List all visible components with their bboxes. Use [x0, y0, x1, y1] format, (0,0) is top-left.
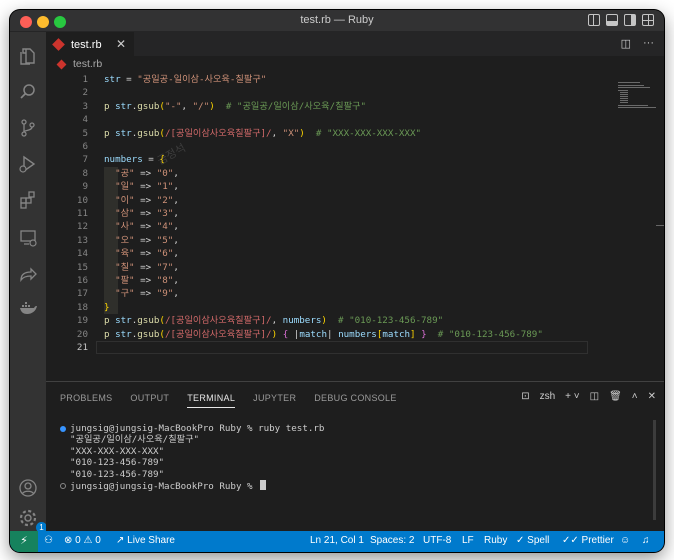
code-line: 14 "육" => "6",: [76, 248, 179, 260]
code-line: 11 "삼" => "3",: [76, 208, 179, 219]
search-icon[interactable]: [18, 82, 38, 102]
activity-bar: 1: [10, 32, 47, 533]
code-line: 13 "오" => "5",: [76, 234, 179, 246]
code-line: 3p str.gsub("-", "/") # "공일공/일이삼/사오육/칠팔구…: [82, 100, 367, 112]
window-title: test.rb — Ruby: [300, 14, 374, 26]
spell-check-button[interactable]: ✓ Spell: [516, 535, 549, 546]
tab-jupyter[interactable]: JUPYTER: [253, 393, 296, 408]
terminal-output[interactable]: jungsig@jungsig-MacBookPro Ruby % ruby t…: [60, 423, 324, 492]
minimap[interactable]: [618, 82, 658, 122]
toggle-sidebar-icon[interactable]: [588, 14, 600, 26]
code-line: 4: [82, 114, 88, 126]
live-share-session-icon[interactable]: ⚇: [44, 535, 53, 546]
problems-indicator[interactable]: ⊗ 0 ⚠ 0: [64, 535, 101, 546]
editor-scroll-marker: [656, 225, 664, 226]
notifications-bell-icon[interactable]: ♫: [642, 535, 650, 546]
terminal-line: "010-123-456-789": [70, 457, 165, 469]
encoding-setting[interactable]: UTF-8: [423, 535, 451, 546]
terminal-line: "XXX-XXX-XXX-XXX": [70, 445, 165, 457]
tab-output[interactable]: OUTPUT: [130, 393, 169, 408]
live-share-button[interactable]: ↗ Live Share: [116, 535, 175, 546]
ruby-file-icon: [52, 38, 65, 51]
code-line: 6: [82, 141, 88, 152]
kill-terminal-icon[interactable]: 🗑: [609, 391, 622, 402]
settings-gear-icon[interactable]: 1: [18, 508, 47, 533]
remote-explorer-icon[interactable]: [18, 228, 38, 248]
title-bar: test.rb — Ruby: [10, 10, 664, 32]
terminal-shell-icon: ⊡: [521, 391, 530, 402]
terminal-scrollbar[interactable]: [653, 420, 656, 520]
editor-area: test.rb ✕ ◫ ··· test.rb 1 str = "공일공-일이삼-…: [46, 32, 664, 381]
extensions-icon[interactable]: [18, 190, 38, 210]
eol-setting[interactable]: LF: [462, 535, 474, 546]
code-line: 8 "공" => "0",: [82, 167, 179, 179]
toggle-secondary-sidebar-icon[interactable]: [624, 14, 636, 26]
ruby-file-icon: [56, 59, 67, 69]
status-bar: ⚡ ⚇ ⊗ 0 ⚠ 0 ↗ Live Share Ln 21, Col 1 Sp…: [10, 531, 664, 552]
split-terminal-icon[interactable]: ◫: [590, 391, 599, 402]
indentation-setting[interactable]: Spaces: 2: [370, 535, 414, 546]
tab-label: test.rb: [71, 38, 102, 51]
terminal-prompt-line: jungsig@jungsig-MacBookPro Ruby %: [60, 480, 324, 492]
run-debug-icon[interactable]: [18, 154, 38, 174]
terminal-cursor: [260, 480, 267, 491]
maximize-panel-icon[interactable]: ˄: [632, 391, 638, 402]
tab-test-rb[interactable]: test.rb ✕: [46, 32, 134, 56]
account-icon[interactable]: [18, 478, 38, 498]
live-share-icon[interactable]: [18, 264, 38, 284]
breadcrumb-file[interactable]: test.rb: [73, 58, 102, 70]
files-icon[interactable]: [18, 46, 38, 66]
terminal-line: "010-123-456-789": [70, 468, 165, 480]
feedback-icon[interactable]: ☺: [620, 535, 630, 546]
customize-layout-icon[interactable]: [642, 14, 654, 26]
language-mode[interactable]: Ruby: [484, 535, 507, 546]
terminal-line: "공일공/일이삼/사오육/칠팔구": [70, 434, 200, 446]
code-line: 16 "팔" => "8",: [76, 275, 179, 286]
editor-actions: ◫ ···: [621, 37, 654, 50]
code-line: 10 "이" => "2",: [76, 194, 179, 206]
code-line: 12 "사" => "4",: [76, 221, 179, 233]
vscode-window: test.rb — Ruby 1 test.rb ✕ ◫ ··· test.rb…: [10, 10, 664, 552]
code-line: 18}: [76, 301, 110, 313]
layout-controls: [588, 14, 654, 26]
close-panel-icon[interactable]: ✕: [648, 391, 656, 402]
code-line: 2: [82, 87, 88, 99]
terminal-line: jungsig@jungsig-MacBookPro Ruby % ruby t…: [60, 423, 324, 434]
breadcrumb: test.rb: [56, 58, 102, 70]
docker-icon[interactable]: [18, 298, 38, 318]
code-line: 15 "칠" => "7",: [76, 261, 179, 273]
toggle-panel-icon[interactable]: [606, 14, 618, 26]
code-line: 5p str.gsub(/[공일이삼사오육칠팔구]/, "X") # "XXX-…: [82, 127, 422, 139]
command-pending-icon: [60, 483, 66, 490]
code-line: 7 numbers = {: [82, 154, 165, 166]
code-editor[interactable]: 1 str = "공일공-일이삼-사오육-칠팔구" 2 3p str.gsub("…: [46, 73, 606, 373]
code-line: 21: [76, 342, 88, 353]
source-control-icon[interactable]: [18, 118, 38, 138]
prettier-button[interactable]: ✓✓ Prettier: [562, 535, 614, 546]
panel-actions: ⊡ zsh + ˅ ◫ 🗑 ˄ ✕: [521, 391, 656, 402]
remote-indicator-icon[interactable]: ⚡: [10, 531, 38, 552]
new-terminal-icon[interactable]: + ˅: [565, 391, 579, 402]
bottom-panel: PROBLEMS OUTPUT TERMINAL JUPYTER DEBUG C…: [46, 381, 664, 531]
panel-tabs: PROBLEMS OUTPUT TERMINAL JUPYTER DEBUG C…: [60, 393, 415, 408]
code-line: 17 "구" => "9",: [76, 288, 179, 300]
code-line: 9 "일" => "1",: [82, 181, 179, 193]
more-actions-icon[interactable]: ···: [643, 37, 654, 50]
tab-debug-console[interactable]: DEBUG CONSOLE: [314, 393, 396, 408]
tab-problems[interactable]: PROBLEMS: [60, 393, 112, 408]
code-line: 19 p str.gsub(/[공일이삼사오육칠팔구]/, numbers) # …: [76, 315, 444, 327]
terminal-shell-label[interactable]: zsh: [540, 391, 556, 402]
code-line: 20 p str.gsub(/[공일이삼사오육칠팔구]/) { |match| n…: [76, 328, 543, 340]
split-editor-icon[interactable]: ◫: [621, 37, 631, 50]
close-tab-icon[interactable]: ✕: [116, 37, 126, 51]
code-line: 1 str = "공일공-일이삼-사오육-칠팔구": [82, 74, 267, 85]
command-success-icon: [60, 426, 66, 432]
cursor-position[interactable]: Ln 21, Col 1: [310, 535, 364, 546]
tab-terminal[interactable]: TERMINAL: [187, 393, 236, 408]
tab-bar: test.rb ✕ ◫ ···: [46, 32, 664, 56]
